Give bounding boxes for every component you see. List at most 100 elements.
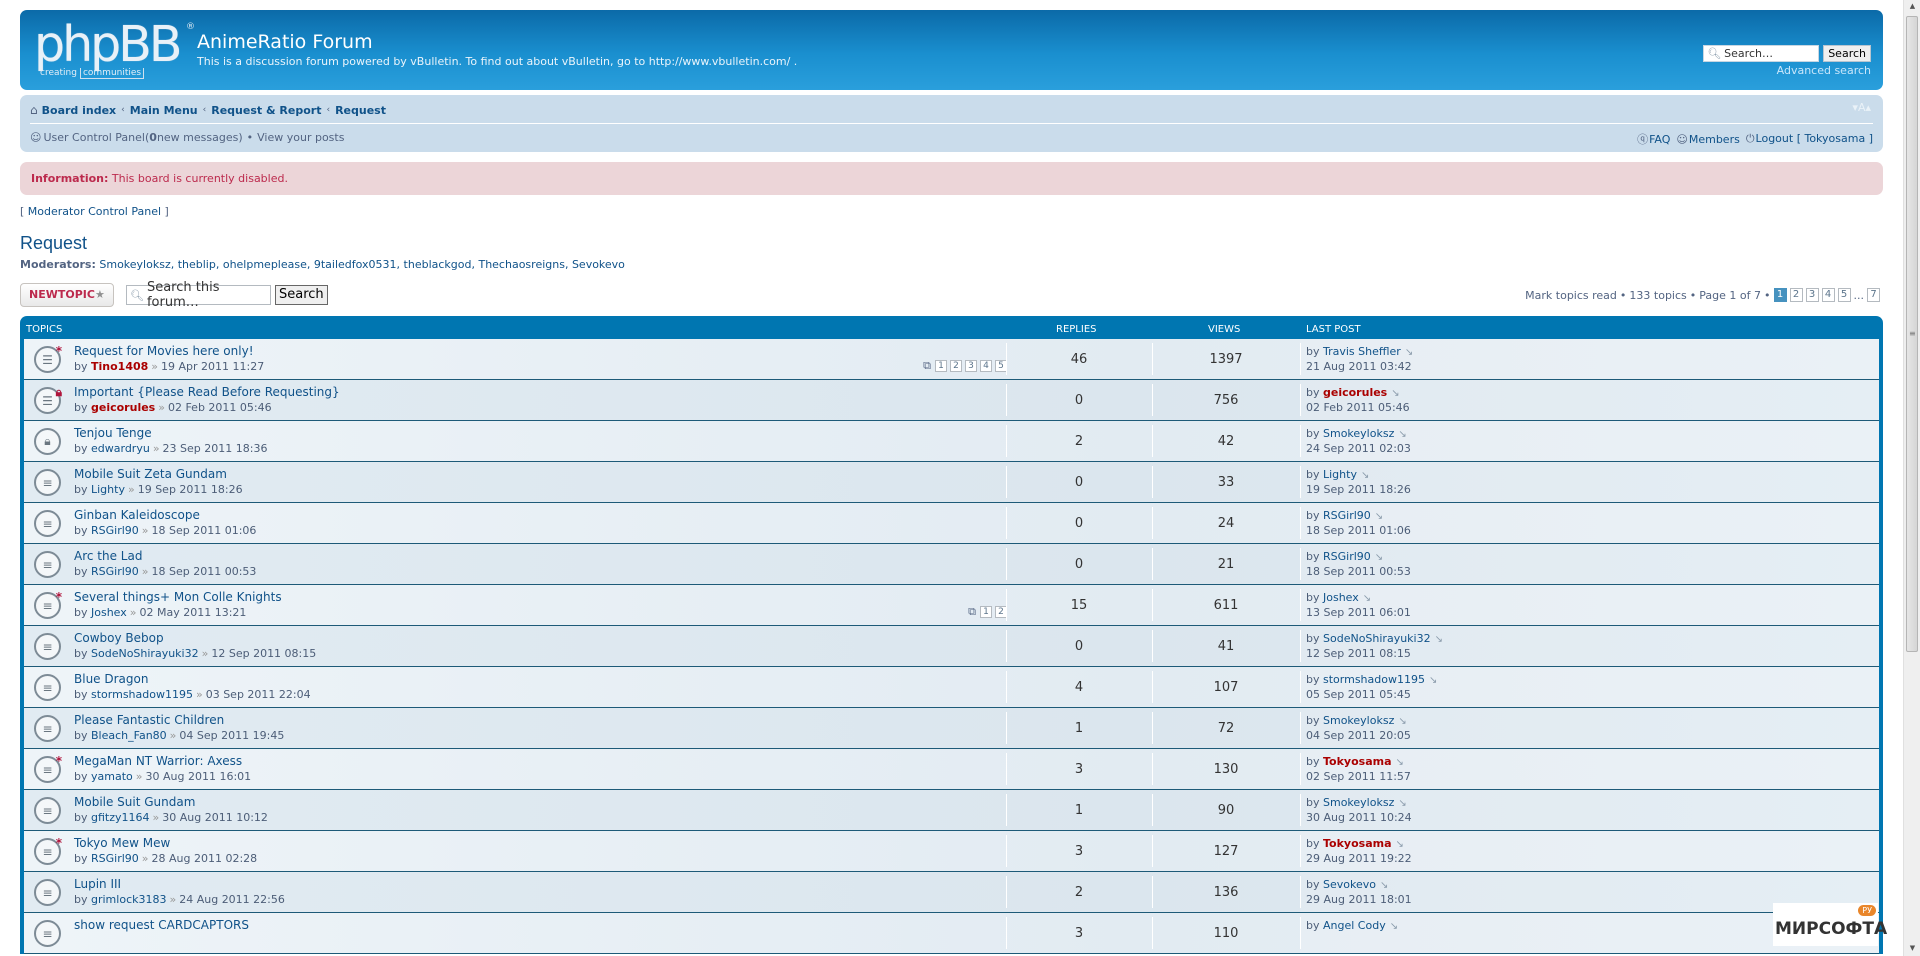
topic-author[interactable]: Joshex — [91, 606, 127, 619]
last-post-author[interactable]: Travis Sheffler — [1323, 345, 1401, 358]
font-size-control[interactable]: ▾A▴ — [1852, 101, 1871, 114]
topic-title-link[interactable]: Mobile Suit Gundam — [74, 795, 195, 809]
last-post-author[interactable]: Smokeyloksz — [1323, 714, 1394, 727]
topic-author[interactable]: geicorules — [91, 401, 155, 414]
topic-page-link[interactable]: 1 — [980, 606, 992, 618]
topic-title-link[interactable]: Several things+ Mon Colle Knights — [74, 590, 282, 604]
breadcrumb-request[interactable]: Request — [335, 104, 386, 117]
mark-topics-read-link[interactable]: Mark topics read — [1525, 289, 1617, 302]
advanced-search-link[interactable]: Advanced search — [1777, 64, 1871, 77]
topic-title-link[interactable]: Cowboy Bebop — [74, 631, 164, 645]
view-latest-post-icon[interactable]: ↘︎ — [1396, 839, 1404, 850]
last-post-author[interactable]: Sevokevo — [1323, 878, 1376, 891]
view-your-posts-link[interactable]: View your posts — [257, 131, 344, 144]
topic-author[interactable]: stormshadow1195 — [91, 688, 193, 701]
topic-author[interactable]: Bleach_Fan80 — [91, 729, 167, 742]
view-latest-post-icon[interactable]: ↘︎ — [1398, 716, 1406, 727]
last-post-author[interactable]: SodeNoShirayuki32 — [1323, 632, 1431, 645]
topic-author[interactable]: RSGirl90 — [91, 852, 139, 865]
logout-link[interactable]: ⏻Logout [ Tokyosama ] — [1746, 132, 1873, 146]
topic-title-link[interactable]: show request CARDCAPTORS — [74, 918, 249, 932]
header-search-button[interactable]: Search — [1823, 45, 1871, 62]
topic-title-link[interactable]: Important {Please Read Before Requesting… — [74, 385, 340, 399]
page-link-4[interactable]: 4 — [1821, 288, 1835, 302]
last-post-author[interactable]: Lighty — [1323, 468, 1357, 481]
page-link-last[interactable]: 7 — [1867, 288, 1880, 302]
last-post: by Tokyosama ↘︎ 02 Sep 2011 11:57 — [1306, 755, 1411, 784]
page-link-1[interactable]: 1 — [1773, 288, 1787, 302]
last-post-author[interactable]: RSGirl90 — [1323, 550, 1371, 563]
by-label: by — [1306, 878, 1323, 891]
topic-author[interactable]: RSGirl90 — [91, 565, 139, 578]
breadcrumb-board-index[interactable]: Board index — [42, 104, 117, 117]
last-post-author[interactable]: Tokyosama — [1323, 837, 1392, 850]
topic-title-link[interactable]: Arc the Lad — [74, 549, 142, 563]
page-link-3[interactable]: 3 — [1805, 288, 1819, 302]
moderators-list[interactable]: Smokeyloksz, theblip, ohelpmeplease, 9ta… — [99, 258, 625, 271]
scrollbar-thumb[interactable]: ≡ — [1906, 16, 1918, 652]
view-latest-post-icon[interactable]: ↘︎ — [1435, 634, 1443, 645]
view-latest-post-icon[interactable]: ↘︎ — [1391, 388, 1399, 399]
view-latest-post-icon[interactable]: ↘︎ — [1396, 757, 1404, 768]
topic-author[interactable]: grimlock3183 — [91, 893, 166, 906]
date-separator: » — [169, 893, 177, 906]
site-logo[interactable]: phpBB ® creating communities — [34, 20, 195, 82]
view-latest-post-icon[interactable]: ↘︎ — [1405, 347, 1413, 358]
vertical-scrollbar[interactable]: ▲ ≡ ▼ — [1903, 0, 1920, 956]
header-search-input[interactable]: 🔍︎ Search… — [1703, 45, 1820, 62]
forum-search-button[interactable]: Search — [275, 285, 328, 305]
faq-link[interactable]: ⓠFAQ — [1637, 131, 1670, 147]
last-post-author[interactable]: geicorules — [1323, 386, 1387, 399]
topic-title-link[interactable]: Ginban Kaleidoscope — [74, 508, 200, 522]
new-messages-count[interactable]: 0 — [149, 131, 157, 144]
last-post-author[interactable]: Smokeyloksz — [1323, 796, 1394, 809]
last-post-author[interactable]: Joshex — [1323, 591, 1359, 604]
topic-page-link[interactable]: 3 — [965, 360, 977, 372]
topic-author[interactable]: SodeNoShirayuki32 — [91, 647, 199, 660]
topic-title-link[interactable]: Blue Dragon — [74, 672, 148, 686]
view-latest-post-icon[interactable]: ↘︎ — [1375, 552, 1383, 563]
last-post-author[interactable]: Smokeyloksz — [1323, 427, 1394, 440]
topic-title-link[interactable]: MegaMan NT Warrior: Axess — [74, 754, 242, 768]
user-control-panel-link[interactable]: User Control Panel — [43, 131, 145, 144]
breadcrumb-main-menu[interactable]: Main Menu — [130, 104, 198, 117]
new-messages-label[interactable]: new messages) — [157, 131, 243, 144]
topic-title-link[interactable]: Tenjou Tenge — [74, 426, 152, 440]
page-link-2[interactable]: 2 — [1789, 288, 1803, 302]
topic-title-link[interactable]: Lupin III — [74, 877, 121, 891]
last-post-author[interactable]: Angel Cody — [1323, 919, 1386, 932]
topic-page-link[interactable]: 1 — [935, 360, 947, 372]
forum-search-input[interactable]: 🔍︎ Search this forum… — [126, 280, 271, 310]
topic-title-link[interactable]: Request for Movies here only! — [74, 344, 254, 358]
page-link-5[interactable]: 5 — [1837, 288, 1851, 302]
topic-author[interactable]: Lighty — [91, 483, 125, 496]
topic-author[interactable]: yamato — [91, 770, 133, 783]
view-latest-post-icon[interactable]: ↘︎ — [1363, 593, 1371, 604]
topic-author[interactable]: gfitzy1164 — [91, 811, 150, 824]
topic-title-link[interactable]: Please Fantastic Children — [74, 713, 224, 727]
forum-title[interactable]: Request — [20, 233, 1883, 254]
scroll-up-arrow-icon[interactable]: ▲ — [1904, 2, 1920, 12]
members-link[interactable]: ☺Members — [1676, 133, 1739, 146]
view-latest-post-icon[interactable]: ↘︎ — [1429, 675, 1437, 686]
breadcrumb-request-report[interactable]: Request & Report — [211, 104, 321, 117]
last-post-author[interactable]: Tokyosama — [1323, 755, 1392, 768]
topic-page-link[interactable]: 2 — [950, 360, 962, 372]
view-latest-post-icon[interactable]: ↘︎ — [1398, 429, 1406, 440]
new-topic-button[interactable]: NEWTOPIC★ — [20, 283, 114, 307]
view-latest-post-icon[interactable]: ↘︎ — [1361, 470, 1369, 481]
view-latest-post-icon[interactable]: ↘︎ — [1398, 798, 1406, 809]
topic-title-link[interactable]: Mobile Suit Zeta Gundam — [74, 467, 227, 481]
last-post-author[interactable]: stormshadow1195 — [1323, 673, 1425, 686]
scroll-down-arrow-icon[interactable]: ▼ — [1904, 944, 1920, 954]
topic-author[interactable]: Tino1408 — [91, 360, 148, 373]
topic-author[interactable]: RSGirl90 — [91, 524, 139, 537]
view-latest-post-icon[interactable]: ↘︎ — [1375, 511, 1383, 522]
last-post-author[interactable]: RSGirl90 — [1323, 509, 1371, 522]
moderator-control-panel-link[interactable]: Moderator Control Panel — [28, 205, 161, 218]
view-latest-post-icon[interactable]: ↘︎ — [1390, 921, 1398, 932]
topic-page-link[interactable]: 4 — [980, 360, 992, 372]
topic-author[interactable]: edwardryu — [91, 442, 150, 455]
view-latest-post-icon[interactable]: ↘︎ — [1380, 880, 1388, 891]
topic-title-link[interactable]: Tokyo Mew Mew — [74, 836, 170, 850]
